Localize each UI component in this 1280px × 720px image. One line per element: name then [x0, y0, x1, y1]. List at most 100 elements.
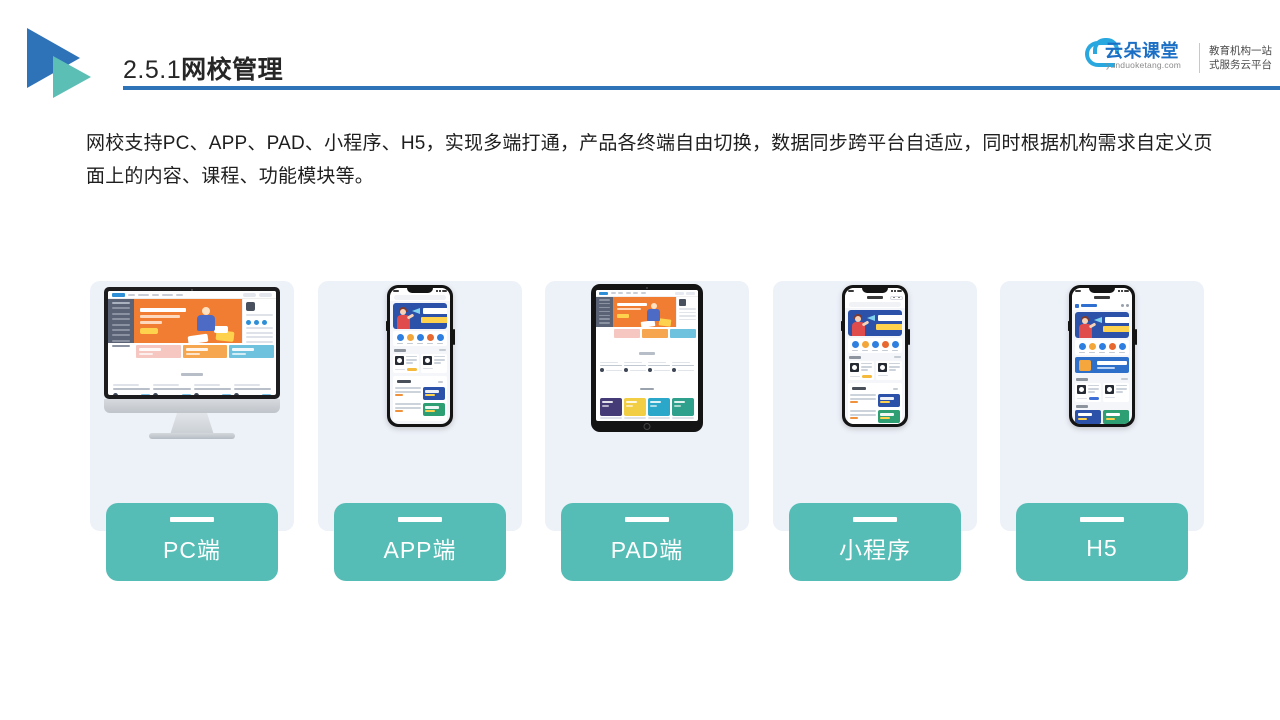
course-footer	[113, 393, 151, 395]
panel-line	[679, 318, 696, 321]
recommend-title	[397, 380, 411, 384]
course-card	[624, 361, 646, 373]
grid-caption	[672, 417, 694, 420]
phone-frame	[842, 285, 908, 427]
sidebar-item	[599, 310, 610, 313]
promo-line	[139, 353, 153, 355]
grid-caption	[600, 417, 622, 420]
course-tag	[221, 394, 231, 395]
status-indicators	[1118, 289, 1129, 293]
user-icon[interactable]	[1126, 304, 1129, 307]
grid-thumbnail	[624, 398, 646, 417]
platform-label-text: APP端	[383, 537, 457, 563]
course-card	[113, 384, 151, 395]
site-name	[1081, 304, 1097, 307]
close-circle-icon[interactable]	[898, 297, 901, 299]
battery-icon	[442, 289, 447, 293]
banner-cta-button	[140, 328, 158, 334]
platform-label-button-miniprogram[interactable]: 小程序	[789, 503, 961, 581]
signal-icon	[1118, 290, 1120, 292]
course-footer	[153, 393, 191, 395]
banner-subline	[140, 315, 180, 318]
category-icon	[416, 334, 424, 341]
phone-power-button	[908, 329, 910, 345]
recommend-list	[393, 385, 447, 422]
pill-accent-dash	[170, 517, 214, 522]
category-icons-row	[393, 331, 447, 347]
course-title	[624, 364, 646, 367]
phone-volume-button	[385, 321, 387, 331]
list-line	[395, 390, 421, 393]
category-label	[417, 342, 423, 345]
platform-label-button-h5[interactable]: H5	[1016, 503, 1188, 581]
monitor-bezel	[104, 287, 280, 399]
promo-line	[185, 348, 208, 351]
grid-thumbnail	[648, 398, 670, 417]
section-heading-bar	[181, 373, 203, 376]
category-item	[426, 334, 434, 345]
course-meta	[878, 374, 888, 377]
course-card	[1103, 382, 1129, 403]
list-price	[850, 417, 858, 420]
megaphone-icon	[867, 315, 875, 321]
course-line	[406, 355, 417, 358]
category-item	[891, 341, 899, 352]
platform-label-button-app[interactable]: APP端	[334, 503, 506, 581]
course-line	[889, 366, 900, 368]
category-icon	[861, 341, 869, 348]
more-icon[interactable]	[892, 297, 895, 299]
status-time	[393, 290, 399, 292]
person-head	[202, 307, 210, 315]
recommend-section-header	[1072, 402, 1132, 410]
course-thumbnail	[423, 355, 432, 365]
category-icon	[1118, 343, 1126, 350]
grid-thumbnail	[600, 398, 622, 417]
platform-card-app	[318, 281, 522, 531]
web-register-button	[686, 291, 695, 295]
browser-title-bar	[1072, 294, 1132, 301]
course-footer	[850, 374, 872, 379]
platform-label-button-pc[interactable]: PC端	[106, 503, 278, 581]
tablet-navbar	[596, 290, 698, 297]
course-meta	[113, 384, 140, 386]
course-footer	[624, 368, 646, 373]
promo-line	[185, 353, 200, 355]
web-nav-item	[618, 292, 623, 294]
book-shape	[640, 320, 656, 327]
course-card	[672, 361, 694, 373]
section-heading-bar	[639, 352, 655, 355]
category-item	[1108, 343, 1116, 354]
brand-divider	[1199, 43, 1200, 73]
web-nav-item	[138, 293, 149, 296]
category-item	[416, 334, 424, 345]
course-lines	[861, 362, 872, 373]
brand-logo: 云朵课堂 yunduoketang.com	[1085, 37, 1193, 79]
h5-hero-banner	[1075, 312, 1129, 338]
course-line	[861, 366, 872, 368]
web-logo	[112, 292, 125, 297]
app-search-bar	[390, 294, 450, 301]
category-label	[872, 349, 878, 352]
promo-banner	[136, 345, 181, 358]
recommend-thumbnail	[1075, 410, 1101, 424]
course-avatar	[153, 393, 159, 395]
platform-label-button-pad[interactable]: PAD端	[561, 503, 733, 581]
course-avatar	[193, 393, 199, 395]
smartphone-illustration-miniprogram	[840, 285, 910, 427]
list-line	[850, 397, 876, 400]
list-text	[395, 403, 421, 416]
miniprogram-capsule-buttons[interactable]	[890, 295, 903, 300]
course-title	[193, 388, 231, 391]
course-top	[1105, 384, 1127, 395]
menu-icon[interactable]	[1121, 304, 1124, 307]
category-icon	[1098, 343, 1106, 350]
person-head	[651, 303, 657, 309]
course-meta	[850, 375, 860, 378]
list-line	[850, 410, 876, 413]
course-meta	[1077, 397, 1087, 400]
person-arm	[1088, 322, 1097, 329]
course-top	[423, 355, 445, 366]
list-thumbnail	[423, 403, 445, 417]
section-title	[394, 349, 406, 352]
person-arm	[406, 313, 415, 320]
